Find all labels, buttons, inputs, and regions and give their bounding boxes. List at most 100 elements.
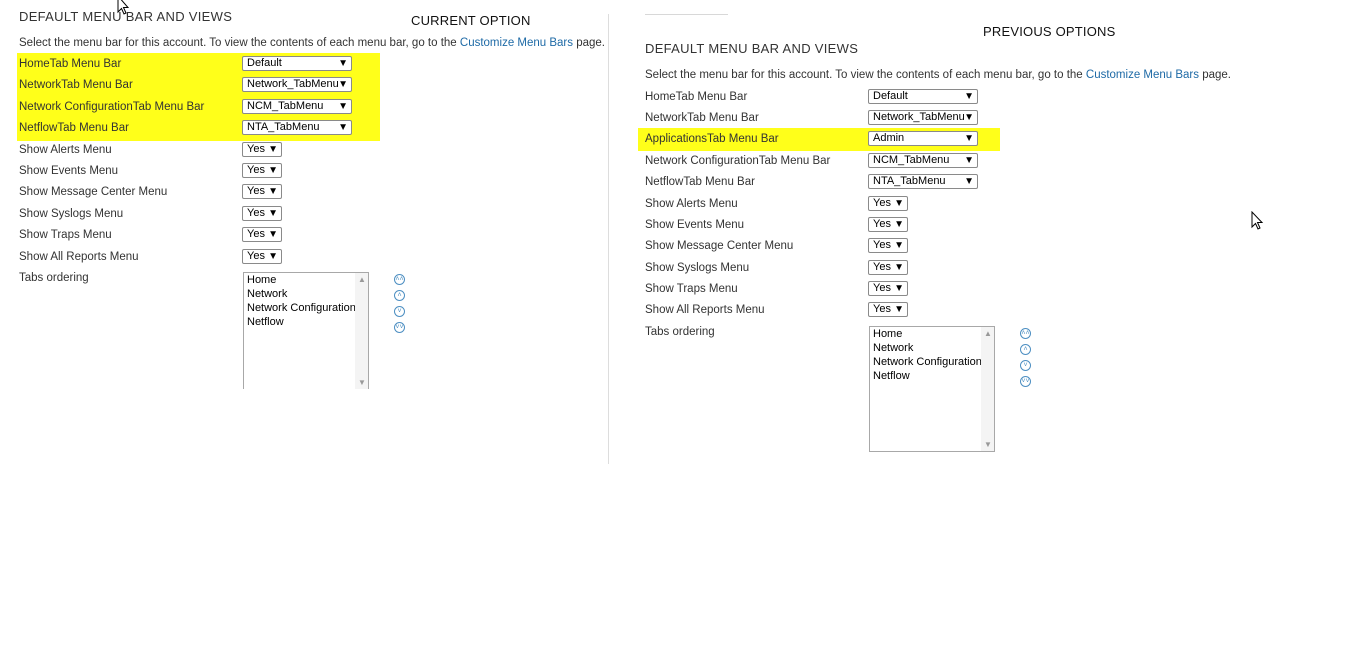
tab-option[interactable]: Network Configuration <box>870 355 994 369</box>
show-select-syslogs[interactable]: Yes ▼ <box>868 260 908 275</box>
double-chevron-down-icon[interactable]: ˅˅ <box>1020 376 1031 387</box>
tabs-ordering-row: Tabs ordering <box>645 323 845 344</box>
show-select-all-reports[interactable]: Yes ▼ <box>242 249 282 264</box>
previous-options-panel: PREVIOUS OPTIONS DEFAULT MENU BAR AND VI… <box>626 0 1359 470</box>
dropdown-arrow-icon: ▼ <box>964 133 974 144</box>
menubar-row-home: HomeTab Menu Bar Default ▼ <box>645 88 1005 109</box>
show-row-all-reports: Show All Reports Menu Yes ▼ <box>19 248 319 269</box>
tabs-ordering-row: Tabs ordering <box>19 269 219 290</box>
tabs-ordering-listbox[interactable]: Home Network Network Configuration Netfl… <box>869 326 995 452</box>
show-row-events: Show Events Menu Yes ▼ <box>645 216 945 237</box>
menubar-select-netflow[interactable]: NTA_TabMenu ▼ <box>242 120 352 135</box>
dropdown-arrow-icon: ▼ <box>338 122 348 133</box>
tab-option[interactable]: Netflow <box>870 369 994 383</box>
select-value: NTA_TabMenu <box>873 175 946 187</box>
menubar-select-home[interactable]: Default ▼ <box>242 56 352 71</box>
select-value: Yes <box>247 143 265 155</box>
show-select-traps[interactable]: Yes ▼ <box>868 281 908 296</box>
description: Select the menu bar for this account. To… <box>645 69 1231 81</box>
chevron-down-icon[interactable]: ˅ <box>1020 360 1031 371</box>
show-select-message-center[interactable]: Yes ▼ <box>242 184 282 199</box>
tab-option[interactable]: Netflow <box>244 315 368 329</box>
select-value: Yes <box>873 239 891 251</box>
tab-option[interactable]: Network <box>870 341 994 355</box>
show-select-events[interactable]: Yes ▼ <box>242 163 282 178</box>
description-suffix: page. <box>1199 69 1231 81</box>
dropdown-arrow-icon: ▼ <box>964 91 974 102</box>
select-value: Yes <box>247 185 265 197</box>
show-select-syslogs[interactable]: Yes ▼ <box>242 206 282 221</box>
chevron-up-icon[interactable]: ˄ <box>1020 344 1031 355</box>
double-chevron-up-icon[interactable]: ˄˄ <box>394 274 405 285</box>
show-select-alerts[interactable]: Yes ▼ <box>868 196 908 211</box>
customize-menu-bars-link[interactable]: Customize Menu Bars <box>1086 69 1199 81</box>
dropdown-arrow-icon: ▼ <box>268 251 278 262</box>
select-value: Network_TabMenu <box>873 111 965 123</box>
chevron-down-icon[interactable]: ˅ <box>394 306 405 317</box>
chevron-up-icon[interactable]: ˄ <box>394 290 405 301</box>
select-value: Yes <box>873 282 891 294</box>
scroll-up-icon[interactable]: ▲ <box>984 329 992 338</box>
current-option-panel: CURRENT OPTION DEFAULT MENU BAR AND VIEW… <box>0 0 608 470</box>
select-value: Network_TabMenu <box>247 78 339 90</box>
show-select-events[interactable]: Yes ▼ <box>868 217 908 232</box>
show-select-traps[interactable]: Yes ▼ <box>242 227 282 242</box>
dropdown-arrow-icon: ▼ <box>268 144 278 155</box>
menubar-select-network[interactable]: Network_TabMenu ▼ <box>868 110 978 125</box>
section-title: DEFAULT MENU BAR AND VIEWS <box>645 41 859 56</box>
current-option-heading: CURRENT OPTION <box>411 13 531 28</box>
double-chevron-down-icon[interactable]: ˅˅ <box>394 322 405 333</box>
double-chevron-up-icon[interactable]: ˄˄ <box>1020 328 1031 339</box>
menubar-select-home[interactable]: Default ▼ <box>868 89 978 104</box>
tab-option[interactable]: Home <box>244 273 368 287</box>
menubar-label: HomeTab Menu Bar <box>19 58 122 70</box>
show-label: Show All Reports Menu <box>19 251 139 263</box>
dropdown-arrow-icon: ▼ <box>964 112 974 123</box>
dropdown-arrow-icon: ▼ <box>964 176 974 187</box>
dropdown-arrow-icon: ▼ <box>268 165 278 176</box>
menubar-select-network[interactable]: Network_TabMenu ▼ <box>242 77 352 92</box>
show-label: Show Traps Menu <box>19 229 112 241</box>
menubar-row-network: NetworkTab Menu Bar Network_TabMenu ▼ <box>19 76 359 97</box>
scroll-up-icon[interactable]: ▲ <box>358 275 366 284</box>
menubar-row-netflow: NetflowTab Menu Bar NTA_TabMenu ▼ <box>19 119 359 140</box>
customize-menu-bars-link[interactable]: Customize Menu Bars <box>460 37 573 49</box>
description-text: Select the menu bar for this account. To… <box>645 69 1086 81</box>
description-text: Select the menu bar for this account. To… <box>19 37 460 49</box>
show-select-alerts[interactable]: Yes ▼ <box>242 142 282 157</box>
description-suffix: page. <box>573 37 605 49</box>
dropdown-arrow-icon: ▼ <box>268 186 278 197</box>
tab-option[interactable]: Network <box>244 287 368 301</box>
scroll-down-icon[interactable]: ▼ <box>984 440 992 449</box>
scroll-down-icon[interactable]: ▼ <box>358 378 366 387</box>
menubar-select-network-configuration[interactable]: NCM_TabMenu ▼ <box>242 99 352 114</box>
show-select-all-reports[interactable]: Yes ▼ <box>868 302 908 317</box>
tab-order-controls: ˄˄ ˄ ˅ ˅˅ <box>1020 328 1034 392</box>
show-label: Show All Reports Menu <box>645 304 765 316</box>
menubar-row-network: NetworkTab Menu Bar Network_TabMenu ▼ <box>645 109 1005 130</box>
select-value: Default <box>247 57 282 69</box>
show-row-traps: Show Traps Menu Yes ▼ <box>19 226 319 247</box>
top-rule <box>645 14 728 15</box>
menubar-select-netflow[interactable]: NTA_TabMenu ▼ <box>868 174 978 189</box>
show-label: Show Alerts Menu <box>645 198 738 210</box>
menubar-label: NetworkTab Menu Bar <box>19 79 133 91</box>
show-label: Show Message Center Menu <box>19 186 168 198</box>
menubar-select-applications[interactable]: Admin ▼ <box>868 131 978 146</box>
select-value: Yes <box>873 261 891 273</box>
select-value: Yes <box>247 164 265 176</box>
show-label: Show Traps Menu <box>645 283 738 295</box>
show-row-events: Show Events Menu Yes ▼ <box>19 162 319 183</box>
menubar-row-netflow: NetflowTab Menu Bar NTA_TabMenu ▼ <box>645 173 1005 194</box>
menubar-row-home: HomeTab Menu Bar Default ▼ <box>19 55 359 76</box>
dropdown-arrow-icon: ▼ <box>268 208 278 219</box>
menubar-row-applications: ApplicationsTab Menu Bar Admin ▼ <box>645 130 1005 151</box>
tabs-ordering-listbox[interactable]: Home Network Network Configuration Netfl… <box>243 272 369 389</box>
listbox-scrollbar[interactable]: ▲ ▼ <box>981 327 994 451</box>
menubar-select-network-configuration[interactable]: NCM_TabMenu ▼ <box>868 153 978 168</box>
tab-option[interactable]: Home <box>870 327 994 341</box>
listbox-scrollbar[interactable]: ▲ ▼ <box>355 273 368 389</box>
show-select-message-center[interactable]: Yes ▼ <box>868 238 908 253</box>
show-row-syslogs: Show Syslogs Menu Yes ▼ <box>645 259 945 280</box>
tab-option[interactable]: Network Configuration <box>244 301 368 315</box>
